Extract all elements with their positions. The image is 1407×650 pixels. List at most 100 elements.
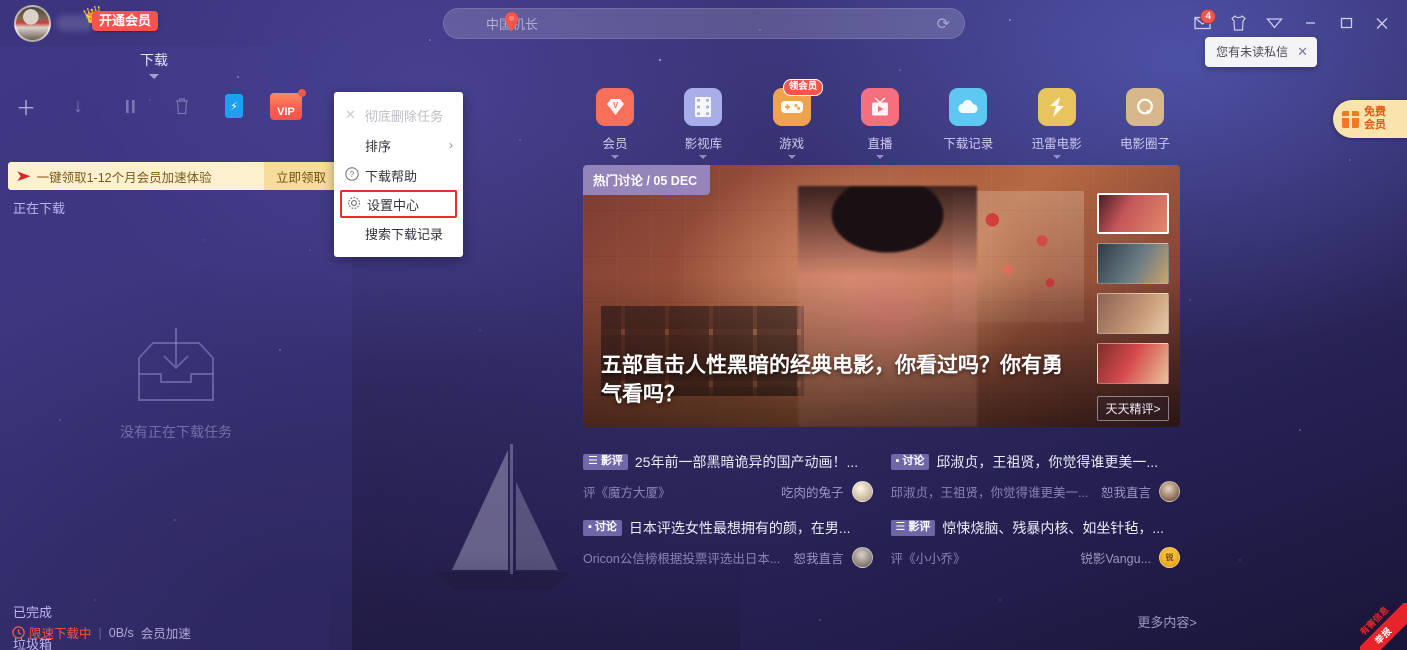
- cloud-icon: [949, 88, 987, 126]
- vip-accelerate-link[interactable]: 会员加速: [141, 623, 191, 642]
- mail-icon[interactable]: 4: [1185, 6, 1219, 40]
- chevron-down-icon[interactable]: [1053, 155, 1061, 159]
- free-vip-line2: 会员: [1364, 119, 1386, 131]
- chevron-down-icon[interactable]: [699, 155, 707, 159]
- tab-download-label: 下载: [140, 52, 168, 68]
- hero-thumbnail-4[interactable]: [1097, 343, 1169, 384]
- list-item[interactable]: ▪ 讨论 邱淑贞，王祖贤，你觉得谁更美一... 邱淑贞，王祖贤，你觉得谁更美一.…: [891, 452, 1181, 502]
- nav-item-download-records-label: 下载记录: [933, 133, 1003, 152]
- unread-message-tooltip: 您有未读私信 ✕: [1205, 37, 1317, 67]
- menu-item-search-records[interactable]: 搜索下载记录: [334, 218, 463, 248]
- context-menu: ✕ 彻底删除任务 排序 › ? 下载帮助 设置中心 搜索下载记录: [334, 92, 463, 257]
- menu-icon[interactable]: [1257, 6, 1291, 40]
- article-title[interactable]: 邱淑贞，王祖贤，你觉得谁更美一...: [936, 452, 1158, 472]
- minimize-icon[interactable]: [1293, 6, 1327, 40]
- swoosh-icon: ➤: [15, 167, 31, 185]
- chevron-down-icon[interactable]: [876, 155, 884, 159]
- chevron-right-icon: ›: [449, 138, 453, 152]
- nav-item-movie-library-label: 影视库: [668, 133, 738, 152]
- article-meta: Oricon公信榜根据投票评选出日本... 恕我直言: [583, 547, 873, 568]
- menu-item-settings-center[interactable]: 设置中心: [340, 190, 457, 218]
- article-description: 评《小小乔》: [891, 548, 1081, 567]
- search-input[interactable]: 中国机长: [486, 14, 937, 33]
- report-badge[interactable]: 有害信息 举报: [1360, 603, 1407, 650]
- avatar: [852, 547, 873, 568]
- vip-accelerate-button[interactable]: VIP: [260, 84, 312, 128]
- chevron-down-icon[interactable]: [149, 74, 159, 79]
- menu-item-sort[interactable]: 排序 ›: [334, 130, 463, 160]
- free-vip-button[interactable]: 免费 会员: [1333, 100, 1407, 138]
- gear-icon: [347, 196, 367, 213]
- avatar: 锐: [1159, 547, 1180, 568]
- article-meta: 评《小小乔》 锐影Vangu... 锐: [891, 547, 1181, 568]
- chevron-down-icon[interactable]: [788, 155, 796, 159]
- nav-item-vip[interactable]: V 会员: [580, 88, 650, 159]
- add-task-button[interactable]: ＋: [0, 84, 52, 128]
- speed-limit-status[interactable]: 限速下载中: [12, 623, 92, 642]
- menu-item-settings-center-label: 设置中心: [367, 195, 419, 214]
- nav-item-games-label: 游戏: [757, 133, 827, 152]
- open-vip-button[interactable]: 开通会员: [92, 11, 158, 31]
- download-toolbar: ＋ ↓ ⚡ VIP: [0, 84, 352, 128]
- article-title[interactable]: 25年前一部黑暗诡异的国产动画！...: [635, 452, 858, 472]
- nav-item-live[interactable]: 直播: [845, 88, 915, 159]
- article-header: ☰ 影评 25年前一部黑暗诡异的国产动画！...: [583, 452, 873, 472]
- hero-thumbnail-1[interactable]: [1097, 193, 1169, 234]
- article-header: ▪ 讨论 邱淑贞，王祖贤，你觉得谁更美一...: [891, 452, 1181, 472]
- start-download-button[interactable]: ↓: [52, 84, 104, 128]
- menu-item-download-help[interactable]: ? 下载帮助: [334, 160, 463, 190]
- hero-thumbnail-3[interactable]: [1097, 293, 1169, 334]
- more-content-link[interactable]: 更多内容>: [1137, 612, 1197, 631]
- pause-download-button[interactable]: [104, 84, 156, 128]
- list-item[interactable]: ☰ 影评 25年前一部黑暗诡异的国产动画！... 评《魔方大厦》 吃肉的兔子: [583, 452, 873, 502]
- nav-item-live-label: 直播: [845, 133, 915, 152]
- promo-text: 一键领取1-12个月会员加速体验: [37, 167, 264, 186]
- close-icon[interactable]: [1365, 6, 1399, 40]
- list-item[interactable]: ▪ 讨论 日本评选女性最想拥有的颜，在男... Oricon公信榜根据投票评选出…: [583, 518, 873, 568]
- refresh-icon[interactable]: ⟳: [937, 14, 950, 34]
- menu-item-delete-task[interactable]: ✕ 彻底删除任务: [334, 100, 463, 130]
- tooltip-close-icon[interactable]: ✕: [1297, 44, 1308, 60]
- skin-icon[interactable]: [1221, 6, 1255, 40]
- avatar[interactable]: [14, 5, 51, 42]
- menu-item-sort-label: 排序: [365, 136, 391, 155]
- nav-item-download-records[interactable]: 下载记录: [933, 88, 1003, 159]
- list-item[interactable]: ☰ 影评 惊悚烧脑、残暴内核、如坐针毡，... 评《小小乔》 锐影Vangu..…: [891, 518, 1181, 568]
- vip-promo-banner[interactable]: ➤ 一键领取1-12个月会员加速体验 立即领取: [8, 162, 338, 190]
- menu-item-search-records-label: 搜索下载记录: [365, 224, 443, 243]
- phone-transfer-button[interactable]: ⚡: [208, 84, 260, 128]
- nav-item-movie-circle[interactable]: 电影圈子: [1110, 88, 1180, 159]
- article-title[interactable]: 日本评选女性最想拥有的颜，在男...: [629, 518, 851, 538]
- circle-icon: [1126, 88, 1164, 126]
- section-completed[interactable]: 已完成: [13, 602, 52, 621]
- thunder-icon: [1038, 88, 1076, 126]
- article-category-badge: ▪ 讨论: [583, 520, 622, 536]
- chevron-down-icon[interactable]: [611, 155, 619, 159]
- gift-icon: [1342, 111, 1359, 128]
- avatar: [1159, 481, 1180, 502]
- speed-limit-label: 限速下载中: [29, 623, 92, 642]
- search-bar[interactable]: 中国机长 ⟳: [443, 8, 965, 39]
- nav-item-movie-circle-label: 电影圈子: [1110, 133, 1180, 152]
- daily-review-button[interactable]: 天天精评>: [1097, 396, 1169, 421]
- empty-state-label: 没有正在下载任务: [120, 422, 232, 442]
- maximize-icon[interactable]: [1329, 6, 1363, 40]
- article-title[interactable]: 惊悚烧脑、残暴内核、如坐针毡，...: [942, 518, 1164, 538]
- bubble-icon: ▪: [588, 522, 592, 533]
- section-downloading[interactable]: 正在下载: [13, 198, 65, 217]
- hero-thumbnail-2[interactable]: [1097, 243, 1169, 284]
- status-separator: |: [99, 626, 102, 640]
- article-header: ☰ 影评 惊悚烧脑、残暴内核、如坐针毡，...: [891, 518, 1181, 538]
- vip-dot-icon: [298, 89, 306, 97]
- question-icon: ?: [345, 167, 365, 184]
- nav-item-games[interactable]: 领会员 游戏: [757, 88, 827, 159]
- hero-title[interactable]: 五部直击人性黑暗的经典电影，你看过吗？你有勇气看吗？: [601, 352, 1080, 409]
- article-author: 恕我直言: [793, 548, 843, 567]
- promo-claim-button[interactable]: 立即领取: [264, 162, 338, 190]
- hero-banner[interactable]: 热门讨论 / 05 DEC 五部直击人性黑暗的经典电影，你看过吗？你有勇气看吗？…: [583, 165, 1180, 427]
- vip-icon: VIP: [270, 93, 302, 120]
- nav-item-xunlei-movie[interactable]: 迅雷电影: [1022, 88, 1092, 159]
- tab-download[interactable]: 下载: [140, 50, 168, 79]
- delete-task-button[interactable]: [156, 84, 208, 128]
- nav-item-movie-library[interactable]: 影视库: [668, 88, 738, 159]
